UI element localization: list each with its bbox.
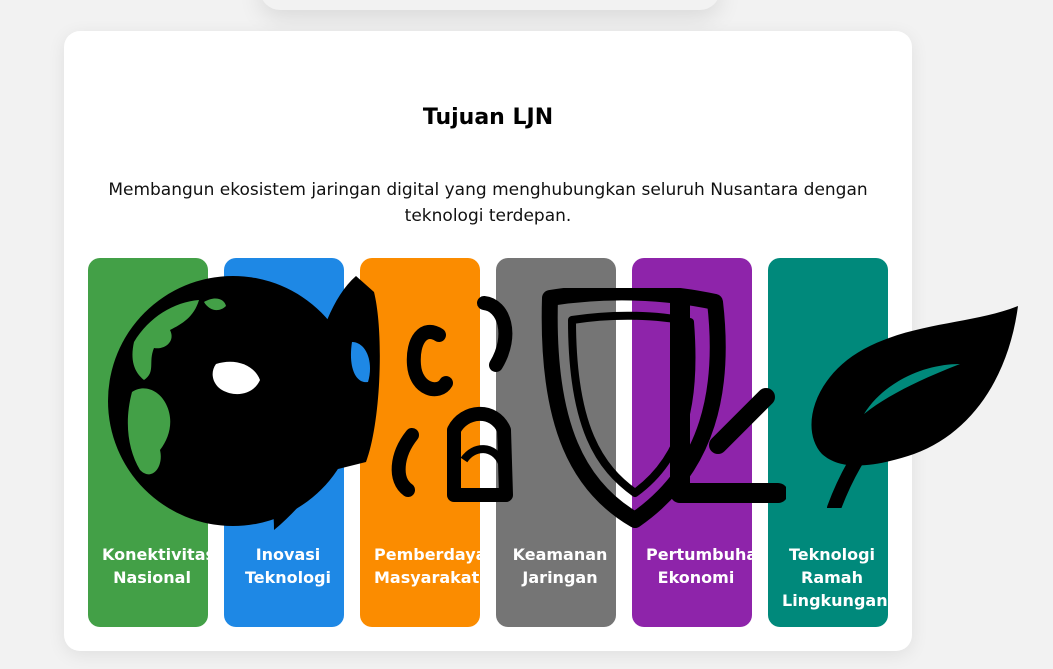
goal-tile-pertumbuhan[interactable]: Pertumbuhan Ekonomi <box>632 258 769 627</box>
goals-card: Tujuan LJN Membangun ekosistem jaringan … <box>64 31 912 651</box>
goal-label: Inovasi Teknologi <box>244 545 332 587</box>
goal-tiles: Konektivitas Nasional Inovasi Teknologi … <box>88 258 888 627</box>
goal-label: Keamanan Jaringan <box>512 545 608 587</box>
goal-label: Pertumbuhan Ekonomi <box>646 545 769 587</box>
section-title: Tujuan LJN <box>422 105 554 130</box>
goal-tile-konektivitas[interactable]: Konektivitas Nasional <box>88 258 216 627</box>
goal-label: Pemberdayaan Masyarakat <box>374 545 509 587</box>
section-description: Membangun ekosistem jaringan digital yan… <box>108 180 868 226</box>
goal-tile-keamanan[interactable]: Keamanan Jaringan <box>496 258 616 627</box>
goal-label: Teknologi Ramah Lingkungan <box>782 545 888 610</box>
goal-tile-teknologi-hijau[interactable]: Teknologi Ramah Lingkungan <box>768 258 888 627</box>
goal-tile-pemberdayaan[interactable]: Pemberdayaan Masyarakat <box>360 258 509 627</box>
goal-label: Konektivitas Nasional <box>102 545 216 587</box>
goal-tile-inovasi[interactable]: Inovasi Teknologi <box>224 258 344 627</box>
top-bar-shadow <box>260 0 720 10</box>
